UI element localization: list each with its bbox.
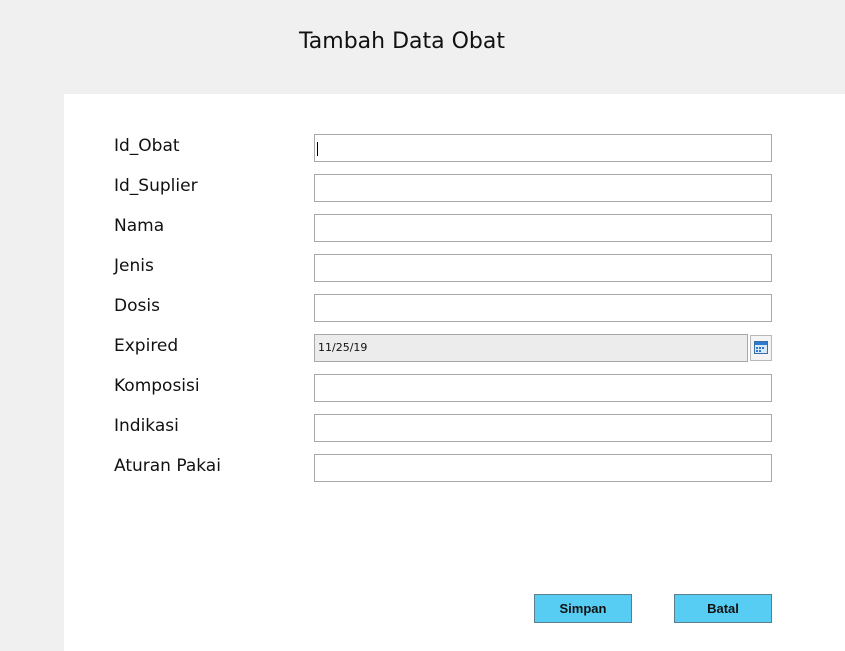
save-button[interactable]: Simpan [534, 594, 632, 623]
expired-date-field[interactable]: 11/25/19 [314, 334, 748, 362]
label-id-suplier: Id_Suplier [114, 176, 198, 196]
label-komposisi: Komposisi [114, 376, 200, 396]
dosis-input[interactable] [314, 294, 772, 322]
label-aturan-pakai: Aturan Pakai [114, 456, 221, 476]
nama-input[interactable] [314, 214, 772, 242]
date-picker-button[interactable] [750, 335, 772, 361]
komposisi-input[interactable] [314, 374, 772, 402]
label-id-obat: Id_Obat [114, 136, 180, 156]
page-title: Tambah Data Obat [299, 29, 506, 54]
aturan-pakai-input[interactable] [314, 454, 772, 482]
calendar-icon [754, 339, 768, 358]
label-dosis: Dosis [114, 296, 160, 316]
cancel-button[interactable]: Batal [674, 594, 772, 623]
form-panel: Id_Obat Id_Suplier Nama Jenis Dosis Expi… [64, 94, 845, 651]
label-expired: Expired [114, 336, 179, 356]
form-window: Tambah Data Obat Id_Obat Id_Suplier Nama… [0, 0, 845, 651]
indikasi-input[interactable] [314, 414, 772, 442]
id-suplier-input[interactable] [314, 174, 772, 202]
label-jenis: Jenis [114, 256, 154, 276]
label-nama: Nama [114, 216, 165, 236]
text-cursor [317, 142, 318, 156]
label-indikasi: Indikasi [114, 416, 179, 436]
jenis-input[interactable] [314, 254, 772, 282]
id-obat-input[interactable] [314, 134, 772, 162]
